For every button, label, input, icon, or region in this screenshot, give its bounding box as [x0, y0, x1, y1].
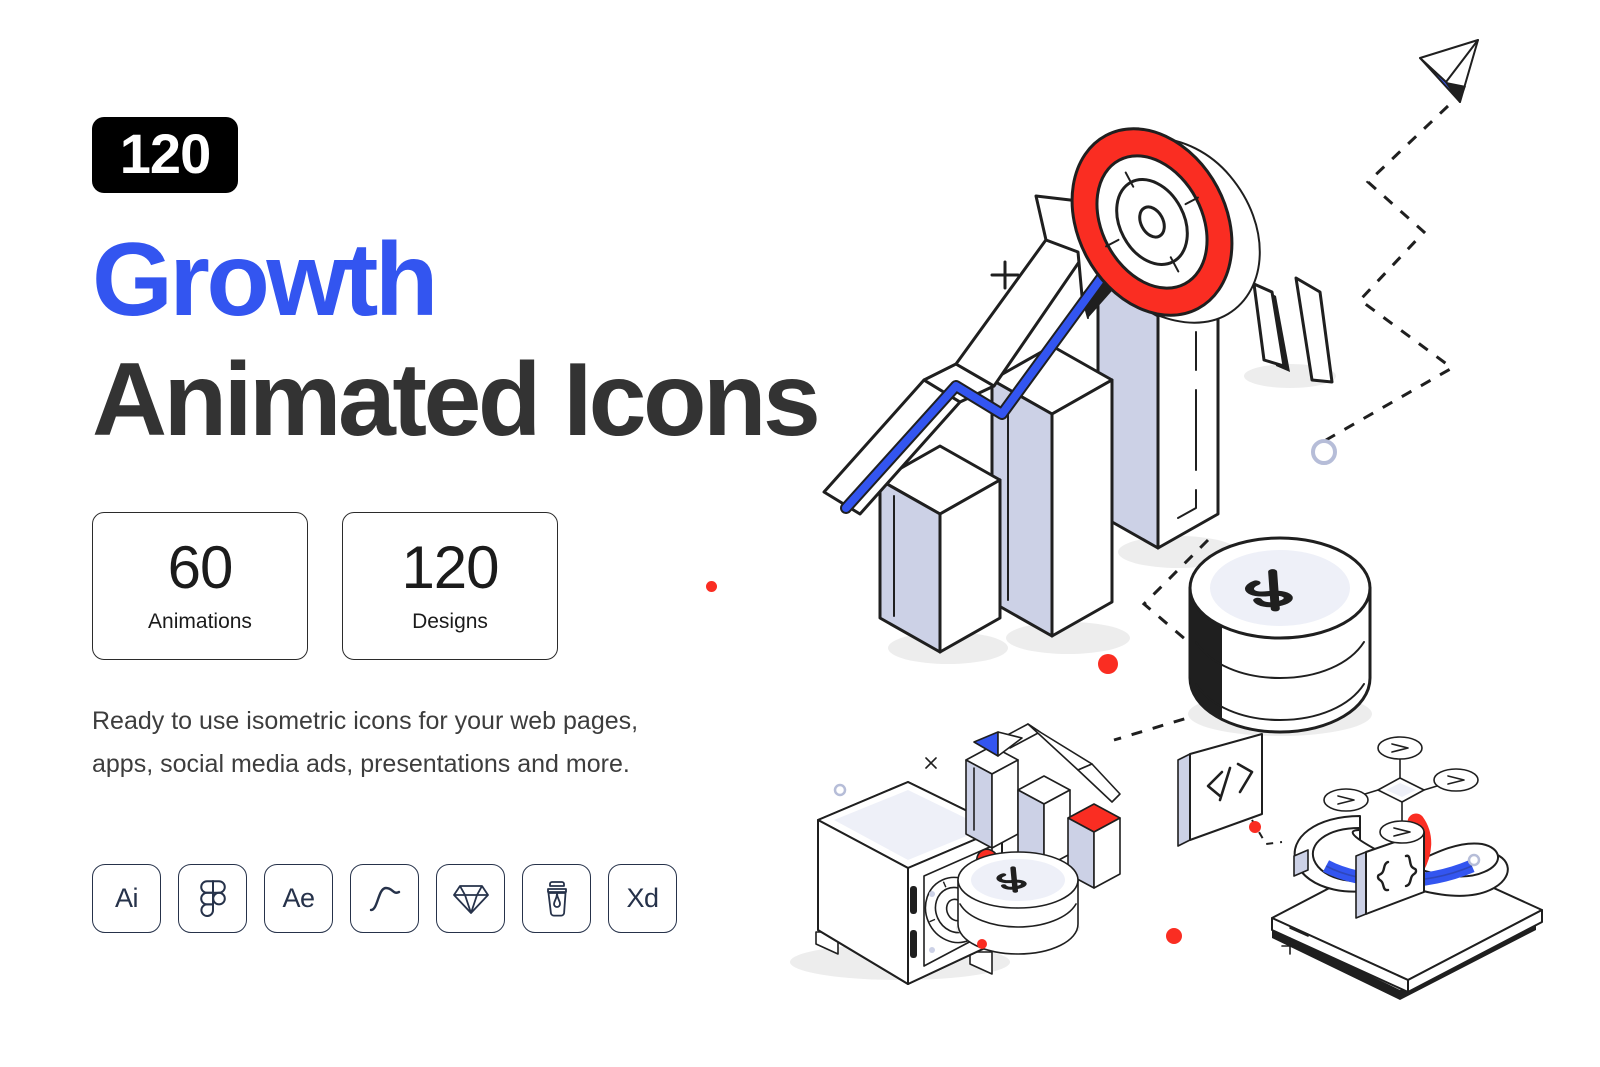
stat-value: 120	[401, 534, 499, 601]
stat-card-designs: 120 Designs	[342, 512, 558, 660]
stat-card-animations: 60 Animations	[92, 512, 308, 660]
bar-medium	[990, 344, 1114, 638]
after-effects-icon: Ae	[282, 883, 315, 913]
dashed-connector-path	[1325, 104, 1455, 442]
format-tiles-row: Ai Ae Xd	[92, 864, 677, 933]
deco-dot-gutter	[706, 581, 717, 592]
deco-ring	[1311, 439, 1337, 465]
illustrator-icon: Ai	[114, 883, 139, 913]
format-tile-sketch[interactable]	[436, 864, 505, 933]
format-tile-illustrator[interactable]: Ai	[92, 864, 161, 933]
deco-dot-red-medium	[1166, 928, 1182, 944]
icon-count-badge: 120	[92, 117, 238, 193]
deco-x-mark	[925, 757, 937, 769]
illustration-svg: .ln { fill:none; stroke:#1f1f1f; stroke-…	[790, 39, 1543, 1000]
deco-dot-red-large	[1098, 654, 1118, 674]
poster-canvas: 120 Growth Animated Icons 60 Animations …	[0, 0, 1600, 1067]
page-title-secondary: Animated Icons	[92, 342, 821, 458]
left-content-column: 120 Growth Animated Icons 60 Animations …	[92, 0, 821, 1067]
deco-dot-red-small	[977, 939, 987, 949]
paper-plane-icon	[1419, 39, 1479, 103]
page-title-primary: Growth	[92, 222, 438, 338]
stat-value: 60	[167, 534, 234, 601]
stats-row: 60 Animations 120 Designs	[92, 512, 558, 660]
format-tile-figma[interactable]	[178, 864, 247, 933]
figma-icon	[199, 879, 226, 917]
description-text: Ready to use isometric icons for your we…	[92, 707, 639, 779]
stat-label: Designs	[412, 610, 488, 633]
isometric-illustration: .ln { fill:none; stroke:#1f1f1f; stroke-…	[706, 0, 1600, 1067]
format-tile-lottie[interactable]	[350, 864, 419, 933]
honey-jar-icon	[546, 880, 567, 917]
safe-scene-coins	[956, 851, 1080, 955]
format-tile-after-effects[interactable]: Ae	[264, 864, 333, 933]
adobe-xd-icon: Xd	[626, 883, 659, 913]
bar-short	[878, 444, 1002, 654]
format-tile-adobe-xd[interactable]: Xd	[608, 864, 677, 933]
devops-infinity-scene	[1177, 733, 1543, 1000]
deco-ring-small	[833, 783, 847, 797]
coin-stack	[1188, 536, 1372, 736]
sketch-diamond-icon	[452, 884, 489, 914]
format-tile-honey-jar[interactable]	[522, 864, 591, 933]
stat-label: Animations	[148, 610, 252, 633]
deco-dot-red	[1249, 821, 1261, 833]
easing-curve-icon	[369, 886, 400, 911]
